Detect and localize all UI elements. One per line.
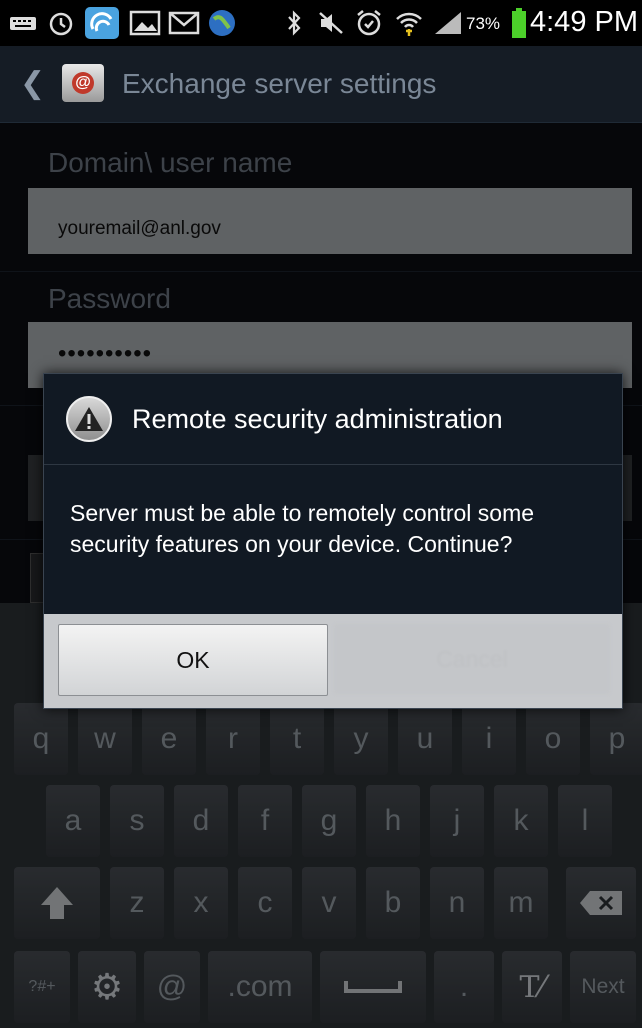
bluetooth-icon — [282, 8, 306, 38]
keyboard-icon — [8, 8, 38, 38]
warning-icon — [66, 396, 112, 442]
status-bar: 73% 4:49 PM — [0, 0, 642, 46]
back-arrow-icon[interactable]: ❮ — [20, 66, 45, 101]
wifi-app-icon — [84, 7, 120, 39]
cell-signal-icon — [432, 8, 464, 38]
alarm-clock-icon — [46, 8, 76, 38]
wifi-signal-icon — [394, 8, 424, 38]
dialog-button-bar: OK Cancel — [44, 614, 622, 708]
battery-icon — [510, 8, 528, 38]
page-title: Exchange server settings — [122, 68, 437, 99]
divider — [44, 464, 622, 465]
email-app-icon[interactable]: @ — [62, 64, 104, 102]
dialog-message: Server must be able to remotely control … — [70, 500, 535, 557]
gallery-icon — [128, 8, 162, 38]
dialog-title: Remote security administration — [132, 404, 503, 434]
alarm-icon — [354, 8, 384, 38]
battery-percent: 73% — [466, 14, 501, 33]
globe-icon — [206, 8, 238, 38]
gmail-icon — [168, 8, 200, 38]
cancel-button[interactable]: Cancel — [334, 624, 610, 694]
clock: 4:49 PM — [530, 6, 638, 38]
remote-security-dialog: Remote security administration Server mu… — [43, 373, 623, 709]
mute-icon — [316, 8, 346, 38]
action-bar: ❮ @ Exchange server settings — [0, 46, 642, 123]
ok-button[interactable]: OK — [58, 624, 328, 696]
